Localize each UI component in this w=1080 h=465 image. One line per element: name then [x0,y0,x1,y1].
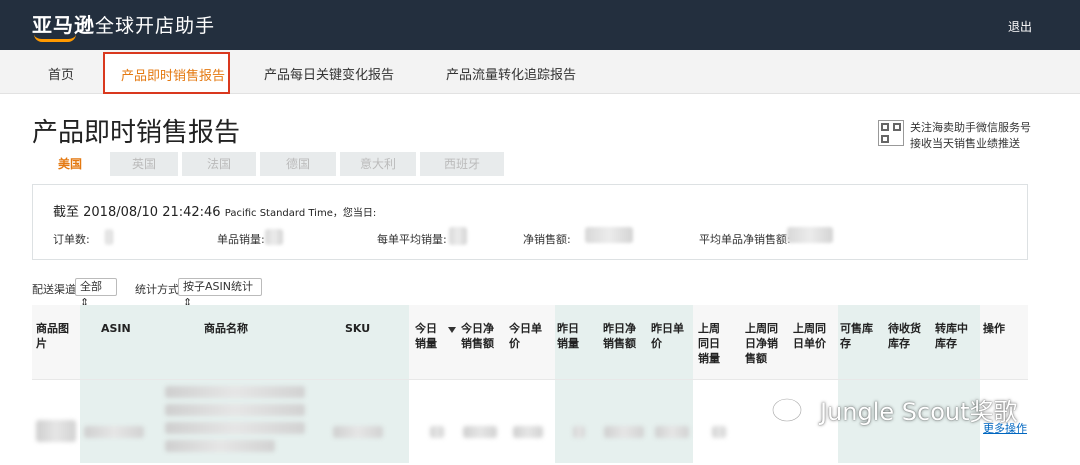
orders-value-redacted [105,229,113,245]
channel-select[interactable]: 全部 ⇕ [75,278,117,309]
stat-method-label: 统计方式 [135,283,179,296]
channel-select-value: 全部 [80,280,102,293]
sku-redacted [333,426,383,438]
qr-hint: 关注海卖助手微信服务号 接收当天销售业绩推送 [910,120,1031,152]
th-yesterday-price[interactable]: 昨日单价 [651,321,689,351]
qr-hint-line1: 关注海卖助手微信服务号 [910,121,1031,134]
th-lastweek-price[interactable]: 上周同日单价 [793,321,831,351]
more-actions-link[interactable]: 更多操作 [983,420,1027,436]
th-image: 商品图片 [36,322,69,350]
nav-realtime-sales-label: 产品即时销售报告 [121,69,226,84]
th-yesterday-units[interactable]: 昨日销量 [557,321,585,351]
value-redacted [573,426,585,438]
th-lastweek-net-sales[interactable]: 上周同日净销售额 [745,321,785,366]
th-sku: SKU [345,322,371,335]
as-of-timezone: Pacific Standard Time，您当日: [224,208,377,219]
logo-subtitle: 全球开店助手 [95,15,216,37]
net-sales-label: 净销售额: [523,233,571,246]
th-lastweek-units[interactable]: 上周同日销量 [698,321,726,366]
tab-fr[interactable]: 法国 [182,152,256,176]
value-redacted [655,426,689,438]
wechat-icon [771,398,814,426]
nav-realtime-sales-active[interactable]: 产品即时销售报告 [103,52,230,94]
nav-traffic-conversion[interactable]: 产品流量转化追踪报告 [446,64,576,83]
value-redacted [513,426,543,438]
th-inbound-stock[interactable]: 待收货库存 [888,321,928,351]
asin-redacted [84,426,144,438]
as-of-time: 截至 2018/08/10 21:42:46 Pacific Standard … [53,201,376,220]
avg-units-label: 每单平均销量: [377,233,447,246]
avg-net-sales-label: 平均单品净销售额: [699,233,791,246]
th-transfer-stock[interactable]: 转库中库存 [935,321,975,351]
qr-code-icon[interactable] [878,120,904,146]
avg-units-value-redacted [449,227,467,245]
qr-hint-line2: 接收当天销售业绩推送 [910,137,1020,150]
value-redacted [463,426,497,438]
tab-de[interactable]: 德国 [260,152,336,176]
page-title: 产品即时销售报告 [32,118,241,148]
th-today-units[interactable]: 今日销量 [415,321,443,351]
units-value-redacted [265,229,283,245]
name-line-redacted [165,440,275,452]
nav-home[interactable]: 首页 [48,64,74,83]
name-line-redacted [165,422,305,434]
sort-desc-icon[interactable] [448,327,456,333]
stat-method-select[interactable]: 按子ASIN统计 ⇕ [178,278,262,309]
th-today-net-sales[interactable]: 今日净销售额 [461,321,499,351]
channel-label: 配送渠道 [32,283,76,296]
tab-us[interactable]: 美国 [48,152,92,176]
th-yesterday-net-sales[interactable]: 昨日净销售额 [603,321,643,351]
product-image-redacted [36,420,76,442]
th-today-price[interactable]: 今日单价 [509,321,547,351]
tab-uk[interactable]: 英国 [110,152,178,176]
as-of-datetime: 截至 2018/08/10 21:42:46 [53,205,221,220]
logout-link[interactable]: 退出 [1008,18,1032,35]
net-sales-value-redacted [585,227,633,243]
logo-smile-icon [34,34,76,42]
tab-it[interactable]: 意大利 [340,152,416,176]
sales-summary: 截至 2018/08/10 21:42:46 Pacific Standard … [32,184,1028,260]
name-line-redacted [165,386,305,398]
th-actions: 操作 [983,322,1005,335]
value-redacted [712,426,726,438]
th-asin: ASIN [101,322,131,335]
units-label: 单品销量: [217,233,265,246]
top-bar: 亚马逊全球开店助手 退出 [0,0,1080,50]
avg-net-sales-value-redacted [787,227,833,243]
orders-label: 订单数: [53,233,90,246]
tab-es[interactable]: 西班牙 [420,152,504,176]
value-redacted [430,426,444,438]
th-available-stock[interactable]: 可售库存 [840,321,878,351]
stat-method-select-value: 按子ASIN统计 [183,280,253,293]
th-name: 商品名称 [204,322,248,335]
name-line-redacted [165,404,305,416]
value-redacted [604,426,644,438]
nav-daily-changes[interactable]: 产品每日关键变化报告 [264,64,394,83]
